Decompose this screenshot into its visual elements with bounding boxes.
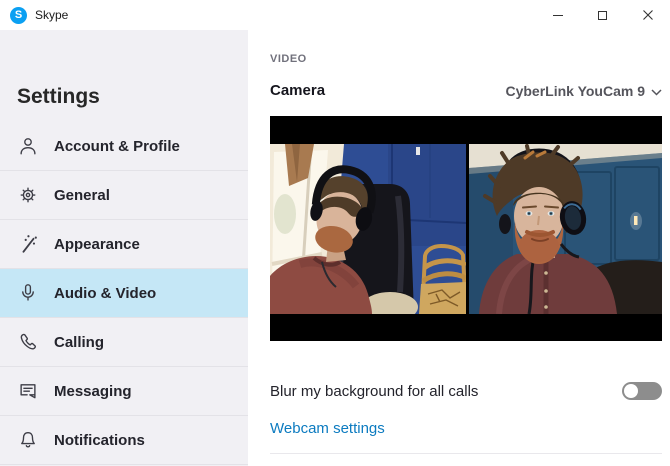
toggle-knob (624, 384, 638, 398)
sidebar-item-label: Audio & Video (54, 285, 156, 302)
gear-icon (17, 184, 39, 206)
sidebar-item-label: Appearance (54, 236, 140, 253)
sidebar-item-audio-video[interactable]: Audio & Video (0, 269, 248, 318)
webcam-settings-link[interactable]: Webcam settings (270, 420, 385, 437)
person-icon (17, 135, 39, 157)
sidebar-item-appearance[interactable]: Appearance (0, 220, 248, 269)
sidebar-item-messaging[interactable]: Messaging (0, 367, 248, 416)
title-bar: S Skype (0, 0, 670, 30)
camera-device-value: CyberLink YouCam 9 (505, 83, 645, 99)
blur-background-toggle[interactable] (622, 382, 662, 400)
wand-icon (17, 233, 39, 255)
sidebar-item-general[interactable]: General (0, 171, 248, 220)
sidebar-item-label: Notifications (54, 432, 145, 449)
minimize-icon (553, 15, 563, 16)
settings-heading: Settings (17, 85, 248, 109)
minimize-button[interactable] (535, 0, 580, 30)
window-title: Skype (35, 8, 68, 22)
camera-device-dropdown[interactable]: CyberLink YouCam 9 (505, 83, 662, 99)
camera-preview (270, 116, 662, 341)
sidebar-item-account-profile[interactable]: Account & Profile (0, 122, 248, 171)
microphone-icon (17, 282, 39, 304)
skype-logo-icon: S (10, 7, 27, 24)
maximize-button[interactable] (580, 0, 625, 30)
section-label: VIDEO (270, 53, 662, 65)
section-divider (270, 453, 662, 454)
message-icon (17, 380, 39, 402)
chevron-down-icon (651, 83, 662, 99)
camera-preview-left-feed (270, 144, 466, 314)
window-controls (535, 0, 670, 30)
close-icon (643, 10, 653, 20)
sidebar-item-label: Messaging (54, 383, 132, 400)
video-settings-panel: VIDEO Camera CyberLink YouCam 9 (248, 30, 670, 466)
sidebar-item-label: General (54, 187, 110, 204)
sidebar-item-label: Calling (54, 334, 104, 351)
maximize-icon (598, 11, 607, 20)
blur-background-label: Blur my background for all calls (270, 383, 478, 400)
phone-icon (17, 331, 39, 353)
settings-sidebar: Settings Account & Profile General (0, 30, 248, 466)
camera-label: Camera (270, 82, 325, 99)
skype-settings-window: S Skype Settings Account & Profile (0, 0, 670, 466)
camera-preview-right-feed (469, 144, 662, 314)
bell-icon (17, 429, 39, 451)
sidebar-item-calling[interactable]: Calling (0, 318, 248, 367)
close-button[interactable] (625, 0, 670, 30)
sidebar-item-notifications[interactable]: Notifications (0, 416, 248, 465)
sidebar-item-label: Account & Profile (54, 138, 180, 155)
